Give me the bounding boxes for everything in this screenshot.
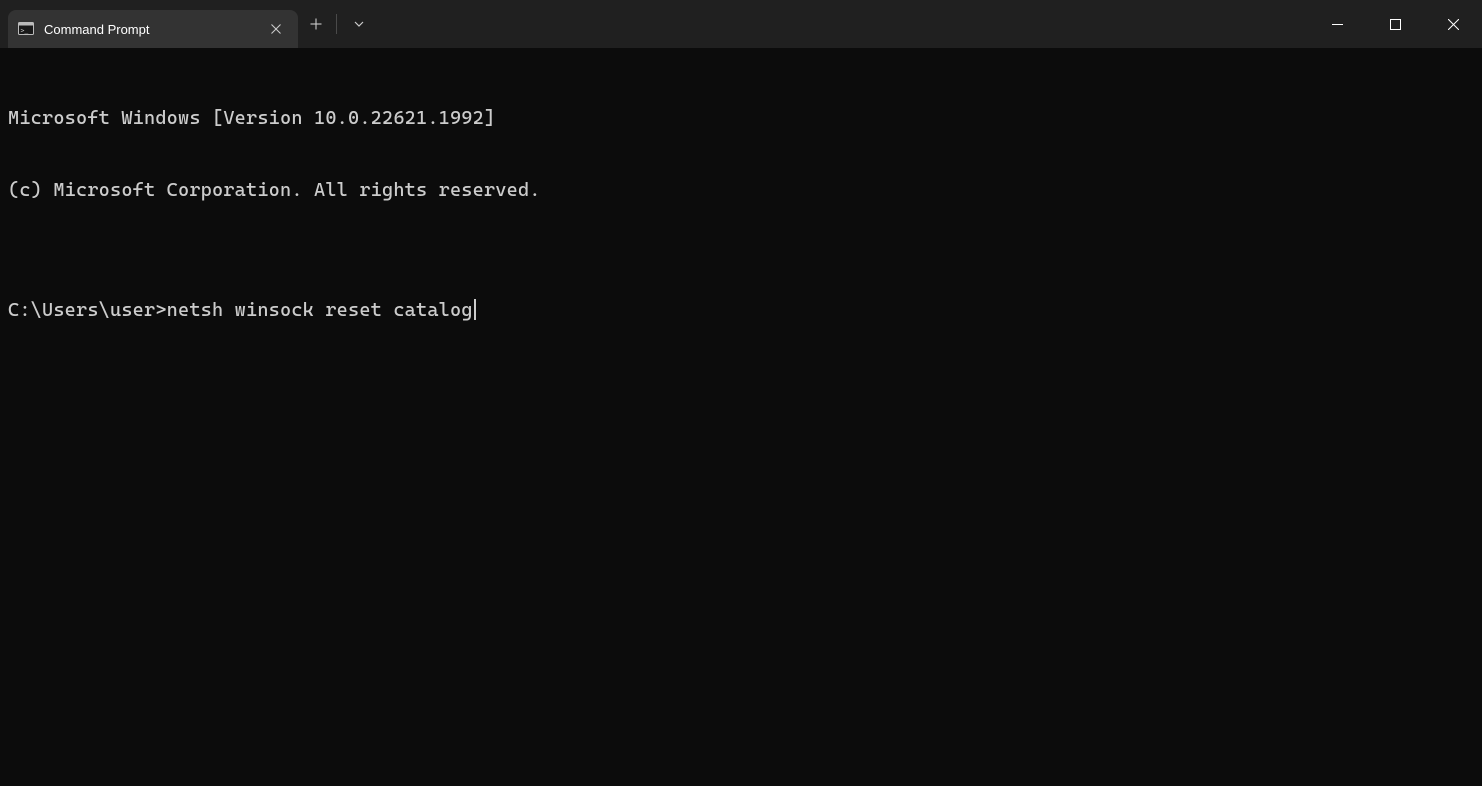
maximize-button[interactable] — [1366, 0, 1424, 48]
terminal-cursor — [474, 299, 476, 320]
terminal-icon: >_ — [18, 21, 34, 37]
tab-command-prompt[interactable]: >_ Command Prompt — [8, 10, 298, 48]
tab-dropdown-button[interactable] — [339, 5, 379, 43]
window-controls — [1308, 0, 1482, 48]
tab-actions — [298, 0, 379, 48]
tab-divider — [336, 14, 337, 34]
terminal-output[interactable]: Microsoft Windows [Version 10.0.22621.19… — [0, 48, 1482, 786]
tab-close-button[interactable] — [266, 19, 286, 39]
close-button[interactable] — [1424, 0, 1482, 48]
svg-text:>_: >_ — [21, 27, 29, 35]
terminal-line-version: Microsoft Windows [Version 10.0.22621.19… — [8, 106, 1474, 130]
tabs-area: >_ Command Prompt — [0, 0, 298, 48]
titlebar[interactable]: >_ Command Prompt — [0, 0, 1482, 48]
tab-title: Command Prompt — [44, 22, 258, 37]
terminal-prompt-line: C:\Users\user>netsh winsock reset catalo… — [8, 298, 1474, 322]
terminal-command-input[interactable]: netsh winsock reset catalog — [167, 298, 473, 322]
new-tab-button[interactable] — [298, 5, 334, 43]
minimize-button[interactable] — [1308, 0, 1366, 48]
terminal-prompt: C:\Users\user> — [8, 298, 167, 322]
terminal-line-copyright: (c) Microsoft Corporation. All rights re… — [8, 178, 1474, 202]
titlebar-drag-area[interactable] — [379, 0, 1308, 48]
